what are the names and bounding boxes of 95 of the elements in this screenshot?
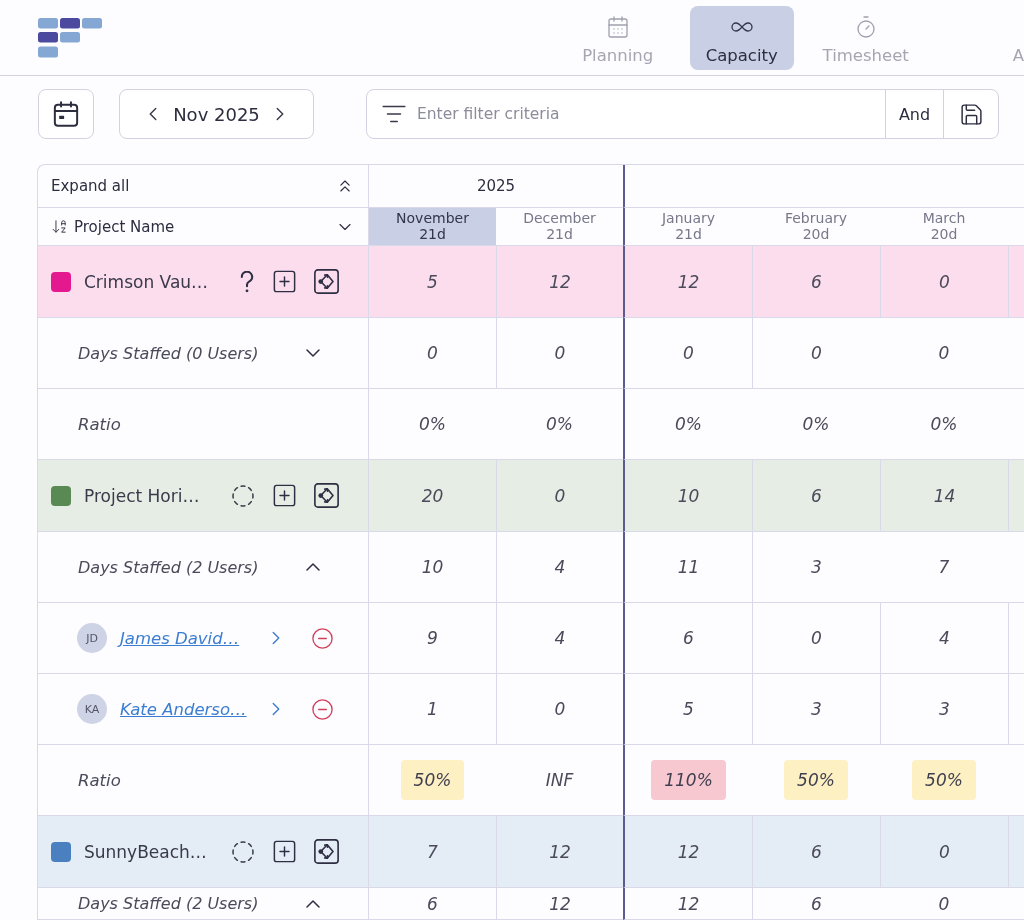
table-cell: 6 bbox=[369, 888, 496, 920]
table-cell: 7 bbox=[369, 816, 496, 888]
plus-square-icon[interactable] bbox=[271, 482, 298, 509]
days-staffed-label: Days Staffed (2 Users) bbox=[78, 557, 259, 577]
table-cell bbox=[1008, 246, 1024, 318]
table-cell: 3 bbox=[752, 674, 880, 745]
period-label: Nov 2025 bbox=[173, 103, 260, 125]
project-name[interactable]: SunnyBeach… bbox=[84, 841, 207, 862]
month-name: December bbox=[523, 211, 596, 227]
project-name[interactable]: Crimson Vau… bbox=[84, 271, 209, 292]
table-cell: 5 bbox=[369, 246, 496, 318]
row-label: Ratio bbox=[78, 414, 121, 434]
table-cell: 4 bbox=[496, 532, 623, 603]
table-cell: 0 bbox=[496, 318, 623, 389]
month-days: 20d bbox=[930, 226, 958, 242]
days-staffed-label: Days Staffed (0 Users) bbox=[78, 343, 259, 363]
days-staffed-label: Days Staffed (2 Users) bbox=[78, 894, 259, 913]
table-cell: 12 bbox=[496, 816, 623, 888]
month-header[interactable]: November 21d bbox=[369, 208, 496, 246]
calendar-icon bbox=[605, 15, 630, 39]
table-cell: 3 bbox=[880, 674, 1008, 745]
calendar-button[interactable] bbox=[38, 89, 94, 139]
table-cell: 10 bbox=[369, 532, 496, 603]
ratio-badge: 50% bbox=[784, 760, 848, 800]
table-cell: 4 bbox=[496, 603, 623, 674]
save-icon bbox=[958, 101, 984, 127]
table-cell: 6 bbox=[623, 603, 752, 674]
table-cell: 12 bbox=[496, 246, 623, 318]
table-cell: 12 bbox=[623, 246, 752, 318]
nav-tab[interactable]: Planning bbox=[565, 6, 670, 70]
table-cell: 10 bbox=[623, 460, 752, 532]
filter-bar[interactable]: Enter filter criteria And bbox=[366, 89, 999, 139]
month-name: February bbox=[784, 211, 847, 227]
table-cell: 0 bbox=[496, 674, 623, 745]
month-name: November bbox=[396, 211, 469, 227]
plus-square-icon[interactable] bbox=[271, 838, 298, 865]
table-cell: 0 bbox=[496, 460, 623, 532]
table-cell: 0 bbox=[752, 603, 880, 674]
minus-circle-icon[interactable] bbox=[311, 697, 334, 721]
share-icon[interactable] bbox=[314, 269, 339, 294]
table-cell: 12 bbox=[623, 816, 752, 888]
avatar: KA bbox=[77, 694, 107, 724]
calendar-icon bbox=[53, 101, 79, 127]
table-cell: 0 bbox=[623, 318, 752, 389]
column-title: Project Name bbox=[74, 217, 175, 236]
share-icon[interactable] bbox=[314, 839, 339, 864]
table-cell: 4 bbox=[880, 603, 1008, 674]
month-name: January bbox=[661, 211, 716, 227]
ratio-badge: 50% bbox=[400, 760, 465, 800]
table-cell: 9 bbox=[369, 603, 496, 674]
nav-tab[interactable]: A bbox=[1012, 6, 1024, 70]
table-cell: 3 bbox=[752, 532, 880, 603]
plus-square-icon[interactable] bbox=[271, 268, 298, 295]
table-cell: 0 bbox=[369, 318, 496, 389]
row-label: Ratio bbox=[78, 770, 121, 790]
expand-all-button[interactable]: Expand all bbox=[51, 176, 355, 196]
table-cell: 0 bbox=[880, 888, 1008, 920]
table-cell: 6 bbox=[752, 460, 880, 532]
filter-input[interactable]: Enter filter criteria bbox=[407, 90, 885, 138]
table-cell: 14 bbox=[880, 460, 1008, 532]
month-name: March bbox=[922, 211, 966, 227]
share-icon[interactable] bbox=[314, 483, 339, 508]
month-days: 21d bbox=[546, 226, 573, 242]
table-cell: 6 bbox=[752, 246, 880, 318]
user-link[interactable]: Kate Anderso… bbox=[120, 699, 247, 719]
table-cell: 0 bbox=[880, 318, 1008, 389]
month-days: 21d bbox=[675, 226, 702, 242]
app-logo bbox=[38, 18, 102, 58]
sort-icon[interactable] bbox=[51, 218, 68, 235]
month-days: 20d bbox=[802, 226, 830, 242]
table-cell: 6 bbox=[752, 816, 880, 888]
ratio-badge: 50% bbox=[912, 760, 976, 800]
table-cell: 0 bbox=[752, 318, 880, 389]
table-cell: 12 bbox=[496, 888, 623, 920]
table-cell: 0 bbox=[880, 816, 1008, 888]
ratio-badge: 110% bbox=[651, 760, 726, 800]
table-cell: 11 bbox=[623, 532, 752, 603]
nav-tab[interactable]: Timesheet bbox=[813, 6, 918, 70]
table-cell: 5 bbox=[623, 674, 752, 745]
operator-button[interactable]: And bbox=[885, 90, 943, 138]
table-cell bbox=[1008, 460, 1024, 532]
table-cell: 6 bbox=[752, 888, 880, 920]
project-name[interactable]: Project Hori… bbox=[84, 485, 200, 506]
table-cell: 1 bbox=[369, 674, 496, 745]
table-cell bbox=[1008, 674, 1024, 745]
nav-tab[interactable]: Capacity bbox=[689, 6, 794, 70]
month-days: 21d bbox=[419, 226, 446, 242]
table-cell: 0 bbox=[880, 246, 1008, 318]
avatar: JD bbox=[77, 623, 107, 653]
minus-circle-icon[interactable] bbox=[311, 626, 334, 650]
table-cell bbox=[1008, 603, 1024, 674]
table-cell: 20 bbox=[369, 460, 496, 532]
table-cell bbox=[1008, 816, 1024, 888]
table-cell: 7 bbox=[880, 532, 1008, 603]
table-cell: 12 bbox=[623, 888, 752, 920]
